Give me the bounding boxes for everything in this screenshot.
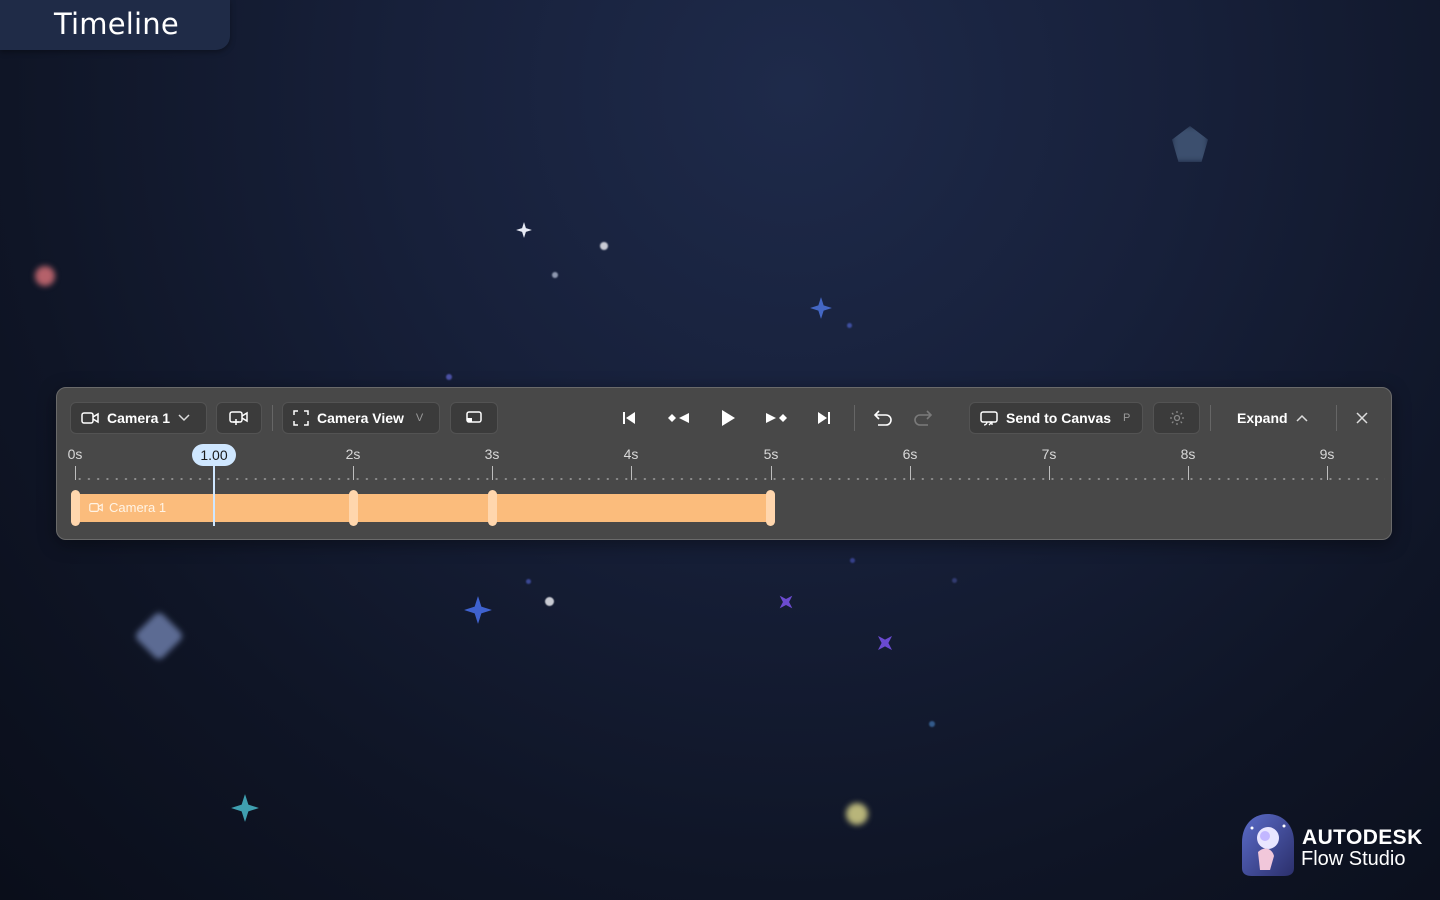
- next-keyframe-icon: [766, 413, 787, 423]
- expand-button[interactable]: Expand: [1227, 402, 1337, 434]
- ruler-minor-ticks: [75, 478, 1385, 480]
- play-icon: [722, 410, 735, 426]
- decorative-dot: [850, 558, 855, 563]
- toolbar-divider: [272, 405, 273, 431]
- decorative-dot: [545, 597, 554, 606]
- play-button[interactable]: [715, 405, 741, 431]
- decorative-dot-pink: [35, 266, 55, 286]
- tick-label: 5s: [763, 446, 779, 462]
- skip-start-icon: [623, 412, 635, 424]
- decorative-sparkle-blue: [464, 596, 492, 624]
- gear-icon: [1169, 410, 1185, 426]
- clip-label-group: Camera 1: [89, 500, 166, 515]
- cast-icon: [980, 410, 998, 426]
- decorative-sparkle-blue: [810, 297, 832, 319]
- settings-button[interactable]: [1153, 402, 1200, 434]
- decorative-dot: [552, 272, 558, 278]
- close-icon: [1356, 412, 1368, 424]
- add-camera-button[interactable]: [216, 402, 262, 434]
- keyframe-handle[interactable]: [349, 490, 358, 526]
- decorative-star-purple: [871, 629, 899, 657]
- brand-product: Flow Studio: [1301, 848, 1406, 870]
- playhead-line[interactable]: [213, 466, 215, 526]
- decorative-dot: [600, 242, 608, 250]
- camera-select-label: Camera 1: [107, 410, 171, 426]
- toolbar-divider: [1210, 405, 1211, 431]
- decorative-dot: [929, 721, 935, 727]
- send-to-canvas-button[interactable]: Send to Canvas P: [969, 402, 1143, 434]
- decorative-star-purple: [773, 589, 798, 614]
- keyframe-handle[interactable]: [488, 490, 497, 526]
- tick-label: 4s: [623, 446, 639, 462]
- time-ruler: 0s 2s 3s 4s 5s 6s 7s 8s 9s: [57, 446, 1391, 482]
- camera-select[interactable]: Camera 1: [70, 402, 207, 434]
- decorative-pentagon: [1172, 126, 1208, 162]
- cast-icon: [465, 410, 483, 426]
- tick-label: 0s: [67, 446, 83, 462]
- send-to-canvas-shortcut: P: [1123, 412, 1131, 424]
- tick-label: 6s: [902, 446, 918, 462]
- frame-icon: [293, 410, 309, 426]
- jump-to-end-button[interactable]: [811, 405, 837, 431]
- redo-button[interactable]: [910, 405, 936, 431]
- flow-studio-logo-icon: [1242, 814, 1294, 876]
- toolbar-divider: [854, 405, 855, 431]
- decorative-dot: [952, 578, 957, 583]
- camera-view-label: Camera View: [317, 410, 404, 426]
- next-keyframe-button[interactable]: [763, 405, 789, 431]
- skip-end-icon: [818, 412, 830, 424]
- decorative-dot: [847, 323, 852, 328]
- page-title-tab: Timeline: [0, 0, 230, 50]
- close-button[interactable]: [1349, 405, 1375, 431]
- decorative-sparkle-teal: [231, 794, 259, 822]
- tick-label: 8s: [1180, 446, 1196, 462]
- redo-icon: [914, 410, 933, 426]
- decorative-dot-yellow: [846, 803, 868, 825]
- previous-keyframe-button[interactable]: [666, 405, 692, 431]
- camera-view-shortcut: V: [415, 412, 424, 424]
- send-to-canvas-label: Send to Canvas: [1006, 410, 1112, 426]
- timeline-toolbar: Camera 1 Camera View V Send to Canvas P …: [57, 388, 1391, 448]
- decorative-dot: [526, 579, 531, 584]
- clip-handle-start[interactable]: [71, 490, 80, 526]
- camera-view-select[interactable]: Camera View V: [282, 402, 440, 434]
- tick-label: 3s: [484, 446, 500, 462]
- tick-label: 7s: [1041, 446, 1057, 462]
- chevron-down-icon: [178, 414, 190, 422]
- camera-clip[interactable]: Camera 1: [71, 490, 775, 526]
- expand-label: Expand: [1237, 410, 1288, 426]
- timeline-panel: Camera 1 Camera View V Send to Canvas P …: [56, 387, 1392, 540]
- brand-logo: AUTODESK Flow Studio: [1240, 812, 1430, 882]
- decorative-sparkle: [516, 222, 532, 238]
- decorative-diamond: [133, 610, 185, 662]
- cast-view-button[interactable]: [450, 402, 498, 434]
- clip-handle-end[interactable]: [766, 490, 775, 526]
- prev-keyframe-icon: [668, 413, 689, 423]
- chevron-up-icon: [1296, 414, 1308, 422]
- undo-button[interactable]: [870, 405, 896, 431]
- decorative-dot: [446, 374, 452, 380]
- video-camera-icon: [81, 411, 99, 425]
- brand-name: AUTODESK: [1302, 826, 1423, 849]
- undo-icon: [873, 410, 892, 426]
- tick-label: 9s: [1319, 446, 1335, 462]
- jump-to-start-button[interactable]: [616, 405, 642, 431]
- toolbar-divider: [1336, 405, 1337, 431]
- tick-label: 2s: [345, 446, 361, 462]
- playhead-marker[interactable]: 1.00: [192, 444, 236, 466]
- page-title: Timeline: [54, 7, 179, 41]
- clip-label: Camera 1: [109, 500, 167, 515]
- video-camera-icon: [89, 503, 103, 512]
- add-camera-icon: [229, 410, 249, 426]
